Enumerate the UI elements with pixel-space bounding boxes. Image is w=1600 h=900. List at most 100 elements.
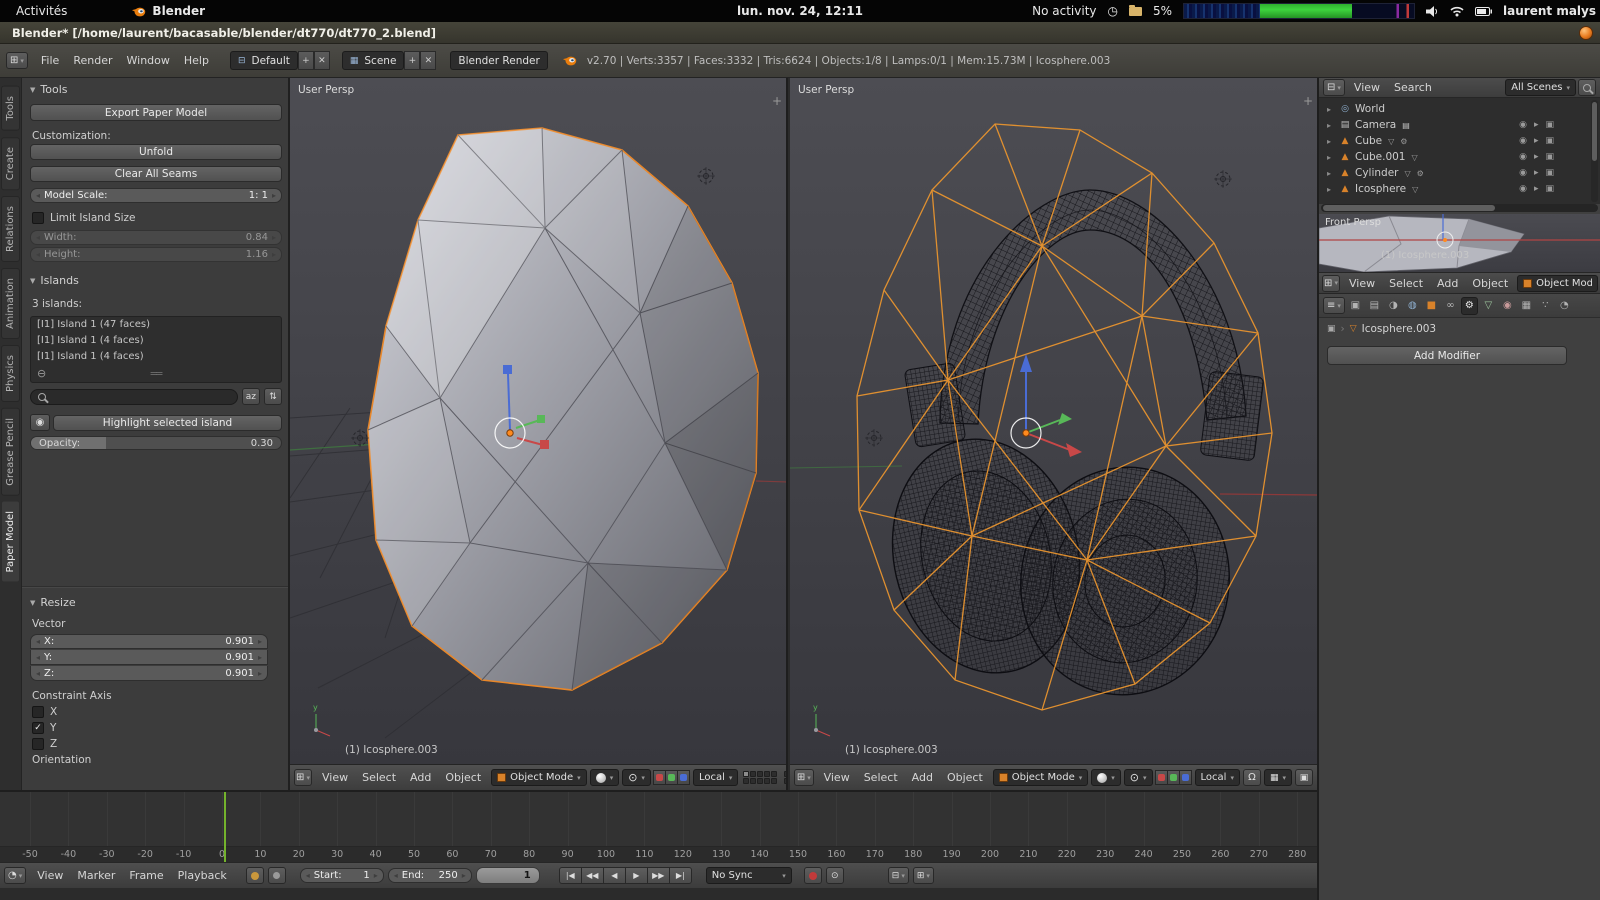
eye-toggle-icon[interactable]: ◉ <box>1519 152 1527 162</box>
sync-dropdown[interactable]: No Sync▾ <box>706 867 792 884</box>
editor-type-button[interactable]: ⊞▾ <box>1322 275 1340 292</box>
export-paper-model-button[interactable]: Export Paper Model <box>30 104 282 121</box>
menu-add[interactable]: Add <box>403 771 438 784</box>
playback-jump_start-button[interactable]: |◀ <box>559 867 582 884</box>
pivot-dropdown[interactable]: ⊙▾ <box>622 769 651 786</box>
delete-screen-button[interactable]: ✕ <box>314 51 330 70</box>
menu-select[interactable]: Select <box>857 771 905 784</box>
sort-invert-button[interactable]: ⇅ <box>264 388 282 405</box>
menu-object[interactable]: Object <box>940 771 990 784</box>
menu-view[interactable]: View <box>1347 81 1387 94</box>
editor-type-button[interactable]: ⊞▾ <box>294 769 312 786</box>
cursor-toggle-icon[interactable]: ▸ <box>1534 120 1539 130</box>
constraint-z-checkbox[interactable] <box>32 738 44 750</box>
outliner-item-label[interactable]: Cylinder <box>1355 167 1398 179</box>
cursor-toggle-icon[interactable]: ▸ <box>1534 152 1539 162</box>
outliner-scope-dropdown[interactable]: All Scenes▾ <box>1505 79 1576 96</box>
render-toggle-icon[interactable]: ▣ <box>1545 136 1554 146</box>
outliner-item-label[interactable]: World <box>1355 103 1385 115</box>
expand-arrow-icon[interactable]: ▸ <box>1327 169 1335 178</box>
audio-scrub-button[interactable]: ⊙ <box>826 867 844 884</box>
menu-view[interactable]: View <box>817 771 857 784</box>
outliner-row[interactable]: ▸▤Camera▤◉▸▣ <box>1319 117 1600 133</box>
eye-toggle-icon[interactable]: ◉ <box>1519 168 1527 178</box>
status-text[interactable]: No activity <box>1032 4 1096 18</box>
resize-panel-header[interactable]: ▼Resize <box>30 596 76 609</box>
editor-shortcut-button[interactable]: ⊟▾ <box>888 867 909 884</box>
outliner-row[interactable]: ▸◎World <box>1319 101 1600 117</box>
menu-add[interactable]: Add <box>1430 277 1465 290</box>
menu-select[interactable]: Select <box>355 771 403 784</box>
island-list-item[interactable]: [I1] Island 1 (4 faces) <box>31 349 281 365</box>
add-modifier-button[interactable]: Add Modifier <box>1327 346 1567 365</box>
model-scale-field[interactable]: ◂ Model Scale: 1: 1 ▸ <box>30 188 282 203</box>
expand-arrow-icon[interactable]: ▸ <box>1327 121 1335 130</box>
start-frame-field[interactable]: ◂Start:1▸ <box>300 868 384 883</box>
outliner-tree[interactable]: ▸◎World▸▤Camera▤◉▸▣▸▲Cube▽⚙◉▸▣▸▲Cube.001… <box>1319 98 1600 204</box>
end-frame-field[interactable]: ◂End:250▸ <box>388 868 472 883</box>
playback-jump_end-button[interactable]: ▶| <box>669 867 692 884</box>
outliner-row[interactable]: ▸▲Cube▽⚙◉▸▣ <box>1319 133 1600 149</box>
keying-set-button[interactable] <box>268 867 286 884</box>
menu-search[interactable]: Search <box>1387 81 1439 94</box>
menu-add[interactable]: Add <box>905 771 940 784</box>
timeline-playhead[interactable] <box>224 792 226 862</box>
layer-toggle[interactable] <box>757 778 763 784</box>
playback-play_rev-button[interactable]: ◀ <box>603 867 626 884</box>
viewport2-canvas[interactable]: y User Persp (1) Icosphere.003 + <box>790 78 1317 764</box>
limit-island-size-row[interactable]: Limit Island Size <box>32 212 136 224</box>
editor-type-button[interactable]: ⊞▾ <box>794 769 814 786</box>
properties-tab-particles[interactable]: ∵ <box>1537 297 1554 315</box>
window-close-button[interactable] <box>1579 26 1593 40</box>
region-expand-icon[interactable]: + <box>772 94 782 108</box>
outliner-item-label[interactable]: Icosphere <box>1355 183 1406 195</box>
layer-toggle[interactable] <box>764 778 770 784</box>
snap-element-dropdown[interactable]: ▦▾ <box>1264 769 1292 786</box>
eye-toggle-icon[interactable]: ◉ <box>1519 184 1527 194</box>
shelf-tab-create[interactable]: Create <box>1 137 20 190</box>
shelf-tab-animation[interactable]: Animation <box>1 268 20 339</box>
properties-tab-object[interactable]: ■ <box>1423 297 1440 315</box>
remove-island-button[interactable]: ⊖ <box>37 367 46 380</box>
layer-toggle[interactable] <box>784 778 786 784</box>
shelf-tab-tools[interactable]: Tools <box>1 86 20 131</box>
layer-toggle[interactable] <box>750 778 756 784</box>
auto-keyframe-button[interactable] <box>246 867 264 884</box>
battery-icon[interactable] <box>1475 7 1492 16</box>
orientation-dropdown[interactable]: Local▾ <box>693 769 738 786</box>
menu-view[interactable]: View <box>30 869 70 882</box>
layer-toggle[interactable] <box>743 778 749 784</box>
islands-panel-header[interactable]: ▼Islands <box>30 274 79 287</box>
add-scene-button[interactable]: + <box>404 51 420 70</box>
mode-dropdown[interactable]: Object Mode▾ <box>993 769 1089 786</box>
layer-toggle[interactable] <box>743 771 749 777</box>
add-screen-button[interactable]: + <box>298 51 314 70</box>
shading-dropdown[interactable]: ▾ <box>590 769 620 786</box>
constraint-x-row[interactable]: X <box>32 706 57 718</box>
menu-select[interactable]: Select <box>1382 277 1430 290</box>
island-list-item[interactable]: [I1] Island 1 (4 faces) <box>31 333 281 349</box>
alarm-clock-icon[interactable]: ◷ <box>1108 4 1118 18</box>
cursor-toggle-icon[interactable]: ▸ <box>1534 184 1539 194</box>
island-search-input[interactable] <box>51 391 230 403</box>
scene-dropdown[interactable]: ▦Scene <box>342 51 405 70</box>
desktop-clock[interactable]: lun. nov. 24, 12:11 <box>737 4 863 18</box>
menu-file[interactable]: File <box>34 54 66 67</box>
shelf-tab-grease-pencil[interactable]: Grease Pencil <box>1 408 20 496</box>
scale-manipulator-button[interactable] <box>1179 770 1192 785</box>
properties-tab-material[interactable]: ◉ <box>1499 297 1516 315</box>
delete-scene-button[interactable]: ✕ <box>420 51 436 70</box>
orientation-dropdown[interactable]: Local▾ <box>1195 769 1240 786</box>
island-list[interactable]: [I1] Island 1 (47 faces)[I1] Island 1 (4… <box>30 316 282 383</box>
outliner-search-button[interactable] <box>1578 79 1596 96</box>
outliner-vertical-scrollbar[interactable] <box>1591 100 1598 202</box>
properties-tab-modifiers[interactable]: ⚙ <box>1461 297 1478 315</box>
timeline-editor[interactable]: -50-40-30-20-100102030405060708090100110… <box>0 790 1317 862</box>
layer-toggle[interactable] <box>750 771 756 777</box>
playback-play-button[interactable]: ▶ <box>625 867 648 884</box>
layer-toggle[interactable] <box>764 771 770 777</box>
clear-all-seams-button[interactable]: Clear All Seams <box>30 166 282 182</box>
outliner-row[interactable]: ▸▲Cylinder▽⚙◉▸▣ <box>1319 165 1600 181</box>
shelf-tab-physics[interactable]: Physics <box>1 345 20 402</box>
decrement-arrow-icon[interactable]: ◂ <box>36 191 40 200</box>
